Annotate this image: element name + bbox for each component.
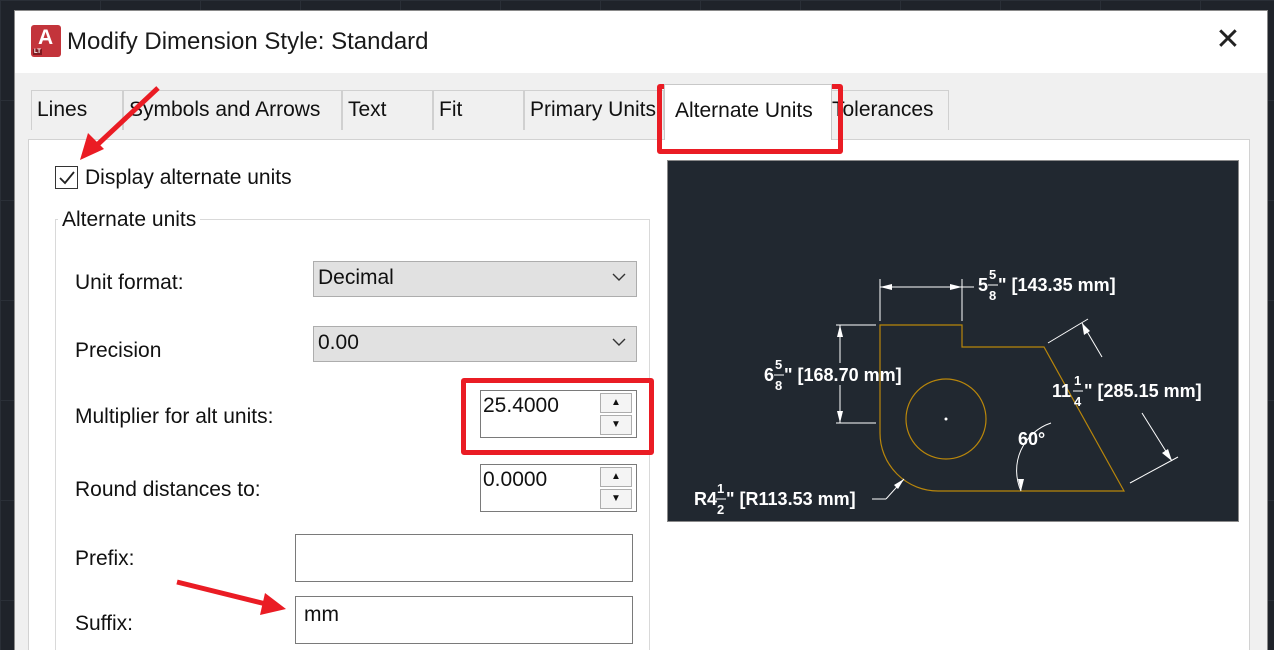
alternate-units-group-title: Alternate units <box>58 208 201 232</box>
precision-select[interactable]: 0.00 <box>313 326 637 362</box>
svg-text:1: 1 <box>1074 373 1081 388</box>
angle-label: 60° <box>1018 429 1045 449</box>
display-alternate-units-checkbox[interactable] <box>55 166 78 189</box>
tab-alternate-units[interactable]: Alternate Units <box>664 84 832 140</box>
svg-text:2: 2 <box>717 502 724 517</box>
chevron-down-icon <box>612 273 626 281</box>
tab-primary-units[interactable]: Primary Units <box>524 90 664 130</box>
svg-text:6: 6 <box>764 365 774 385</box>
tab-lines[interactable]: Lines <box>31 90 123 130</box>
dim-radius-label: R4 1 2 " [R113.53 mm] <box>694 481 856 517</box>
close-icon[interactable]: ✕ <box>1213 25 1243 55</box>
unit-format-label: Unit format: <box>75 271 184 294</box>
round-distances-label: Round distances to: <box>75 478 261 501</box>
dim-top-label: 5 5 8 " [143.35 mm] <box>978 267 1116 303</box>
precision-value: 0.00 <box>318 331 359 354</box>
tab-tolerances[interactable]: Tolerances <box>828 90 949 130</box>
dim-diagonal-label: 11 1 4 " [285.15 mm] <box>1052 373 1202 409</box>
dim-left-label: 6 5 8 " [168.70 mm] <box>764 357 902 393</box>
multiplier-label: Multiplier for alt units: <box>75 405 274 428</box>
svg-text:11: 11 <box>1052 381 1071 401</box>
display-alternate-units-label: Display alternate units <box>85 166 292 189</box>
chevron-down-icon <box>612 338 626 346</box>
unit-format-value: Decimal <box>318 266 394 289</box>
svg-text:R4: R4 <box>694 489 717 509</box>
highlight-box-multiplier <box>461 378 654 455</box>
suffix-input[interactable]: mm <box>295 596 633 644</box>
precision-label: Precision <box>75 339 162 362</box>
dimension-preview: 5 5 8 " [143.35 mm] 6 5 8 " [168.70 mm] … <box>667 160 1239 522</box>
round-distances-spinner[interactable]: 0.0000 ▲ ▼ <box>480 464 637 512</box>
tab-text[interactable]: Text <box>342 90 433 130</box>
svg-text:4: 4 <box>1074 394 1082 409</box>
svg-text:1: 1 <box>717 481 724 496</box>
svg-text:" [285.15 mm]: " [285.15 mm] <box>1084 381 1202 401</box>
round-increment-button[interactable]: ▲ <box>600 467 632 487</box>
svg-text:8: 8 <box>989 288 996 303</box>
suffix-label: Suffix: <box>75 612 133 635</box>
svg-text:5: 5 <box>989 267 996 282</box>
svg-text:5: 5 <box>775 357 782 372</box>
svg-text:8: 8 <box>775 378 782 393</box>
unit-format-select[interactable]: Decimal <box>313 261 637 297</box>
svg-text:" [168.70 mm]: " [168.70 mm] <box>784 365 902 385</box>
tab-symbols-and-arrows[interactable]: Symbols and Arrows <box>123 90 342 130</box>
window-title: Modify Dimension Style: Standard <box>67 28 429 55</box>
tab-fit[interactable]: Fit <box>433 90 524 130</box>
prefix-label: Prefix: <box>75 547 135 570</box>
preview-drawing: 5 5 8 " [143.35 mm] 6 5 8 " [168.70 mm] … <box>694 267 1202 517</box>
autocad-lt-icon: A LT <box>31 25 61 57</box>
svg-text:" [R113.53 mm]: " [R113.53 mm] <box>726 489 856 509</box>
svg-text:" [143.35 mm]: " [143.35 mm] <box>998 275 1116 295</box>
svg-text:5: 5 <box>978 275 988 295</box>
prefix-input[interactable] <box>295 534 633 582</box>
part-outline <box>879 324 1126 492</box>
title-bar: A LT Modify Dimension Style: Standard ✕ <box>15 11 1267 73</box>
round-distances-value: 0.0000 <box>483 468 548 491</box>
round-decrement-button[interactable]: ▼ <box>600 489 632 509</box>
